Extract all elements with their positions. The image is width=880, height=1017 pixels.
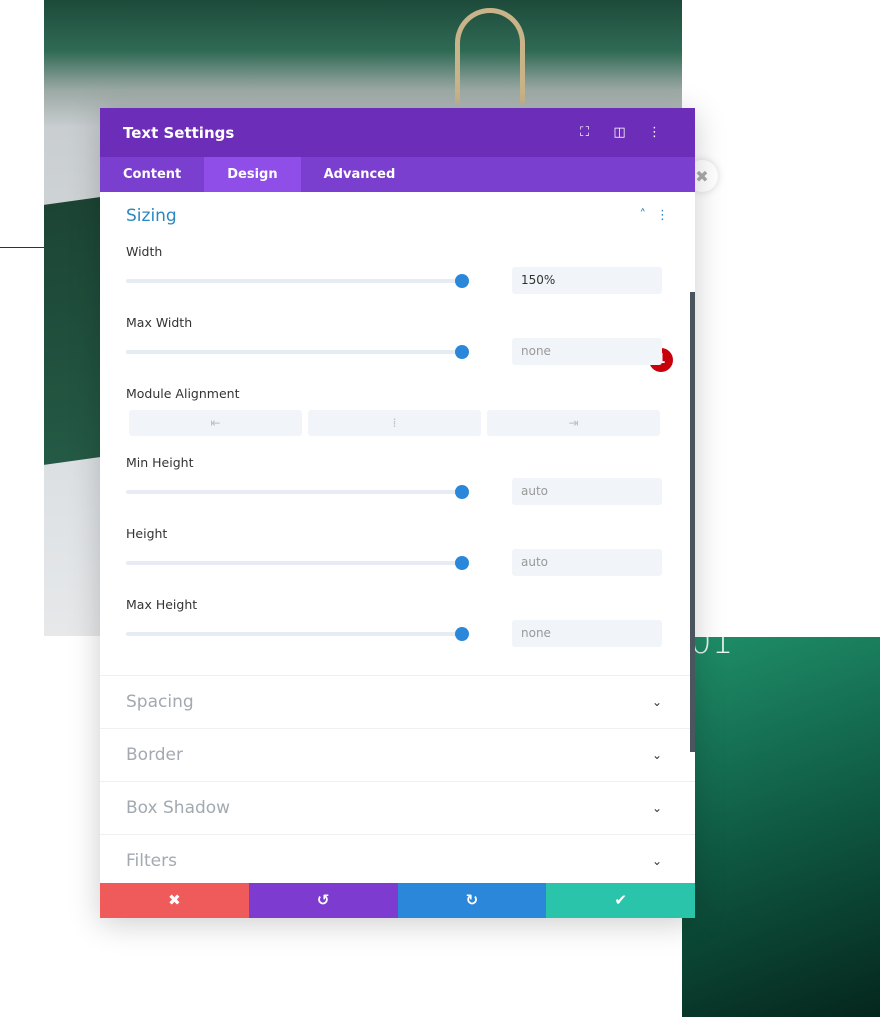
hook-shape [455,8,525,103]
width-input[interactable]: 150% [512,267,662,294]
height-field: Height auto [126,526,666,576]
redo-button[interactable]: ↻ [397,883,547,918]
tab-advanced[interactable]: Advanced [301,157,419,192]
chevron-down-icon[interactable]: ⌄ [652,835,662,883]
section-filters[interactable]: Filters ⌄ [100,834,695,883]
height-slider[interactable] [126,556,469,570]
slider-handle[interactable] [455,556,469,570]
width-field: Width 150% [126,244,666,294]
width-slider[interactable] [126,274,469,288]
height-label: Height [126,526,168,541]
section-number: 01 [690,622,734,662]
chevron-up-icon[interactable]: ˄ [640,208,657,223]
align-left-icon[interactable]: ⇤ [129,410,302,436]
max-height-input[interactable]: none [512,620,662,647]
section-label: Filters [126,851,177,871]
max-width-label: Max Width [126,315,193,330]
chevron-down-icon[interactable]: ⌄ [652,729,662,782]
height-input[interactable]: auto [512,549,662,576]
more-vertical-icon[interactable]: ⋮ [637,125,672,140]
width-label: Width [126,244,163,259]
section-spacing[interactable]: Spacing ⌄ [100,675,695,728]
max-width-slider[interactable] [126,345,469,359]
max-height-label: Max Height [126,597,198,612]
section-border[interactable]: Border ⌄ [100,728,695,781]
section-label: Border [126,745,183,765]
min-height-slider[interactable] [126,485,469,499]
panel-title: Text Settings [123,123,235,142]
section-controls[interactable]: ˄⋮ [640,208,680,223]
align-center-icon[interactable]: ⁞ [308,410,481,436]
slider-handle[interactable] [455,274,469,288]
chevron-down-icon[interactable]: ⌄ [652,782,662,835]
section-label: Spacing [126,692,194,712]
split-view-icon[interactable]: ◫ [602,125,637,140]
tab-design[interactable]: Design [204,157,301,192]
cancel-button[interactable]: ✖ [100,883,249,918]
module-alignment-field: Module Alignment ⇤ ⁞ ⇥ [126,386,666,436]
tab-content[interactable]: Content [100,157,204,192]
max-height-field: Max Height none [126,597,666,647]
slider-handle[interactable] [455,345,469,359]
max-width-input[interactable]: none [512,338,662,365]
save-button[interactable]: ✔ [546,883,695,918]
panel-body: Sizing ˄⋮ Width 150% 1 Max Width none Mo… [100,192,695,883]
scrollbar[interactable] [690,292,695,752]
section-box-shadow[interactable]: Box Shadow ⌄ [100,781,695,834]
text-settings-panel: Text Settings ⛶ ◫ ⋮ Content Design Advan… [100,108,695,918]
more-vertical-icon[interactable]: ⋮ [656,208,679,223]
section-title-sizing[interactable]: Sizing [126,206,177,226]
green-block [682,637,880,1017]
chevron-down-icon[interactable]: ⌄ [652,676,662,729]
module-alignment-label: Module Alignment [126,386,240,401]
panel-header: Text Settings ⛶ ◫ ⋮ [100,108,695,157]
undo-button[interactable]: ↺ [248,883,398,918]
align-right-icon[interactable]: ⇥ [487,410,660,436]
tab-bar: Content Design Advanced [100,157,695,192]
min-height-input[interactable]: auto [512,478,662,505]
slider-handle[interactable] [455,485,469,499]
max-height-slider[interactable] [126,627,469,641]
fullscreen-icon[interactable]: ⛶ [567,125,602,140]
min-height-field: Min Height auto [126,455,666,505]
divider-line [0,247,44,248]
slider-handle[interactable] [455,627,469,641]
min-height-label: Min Height [126,455,194,470]
max-width-field: Max Width none [126,315,666,365]
section-label: Box Shadow [126,798,231,818]
panel-footer: ✖ ↺ ↻ ✔ [100,883,695,918]
